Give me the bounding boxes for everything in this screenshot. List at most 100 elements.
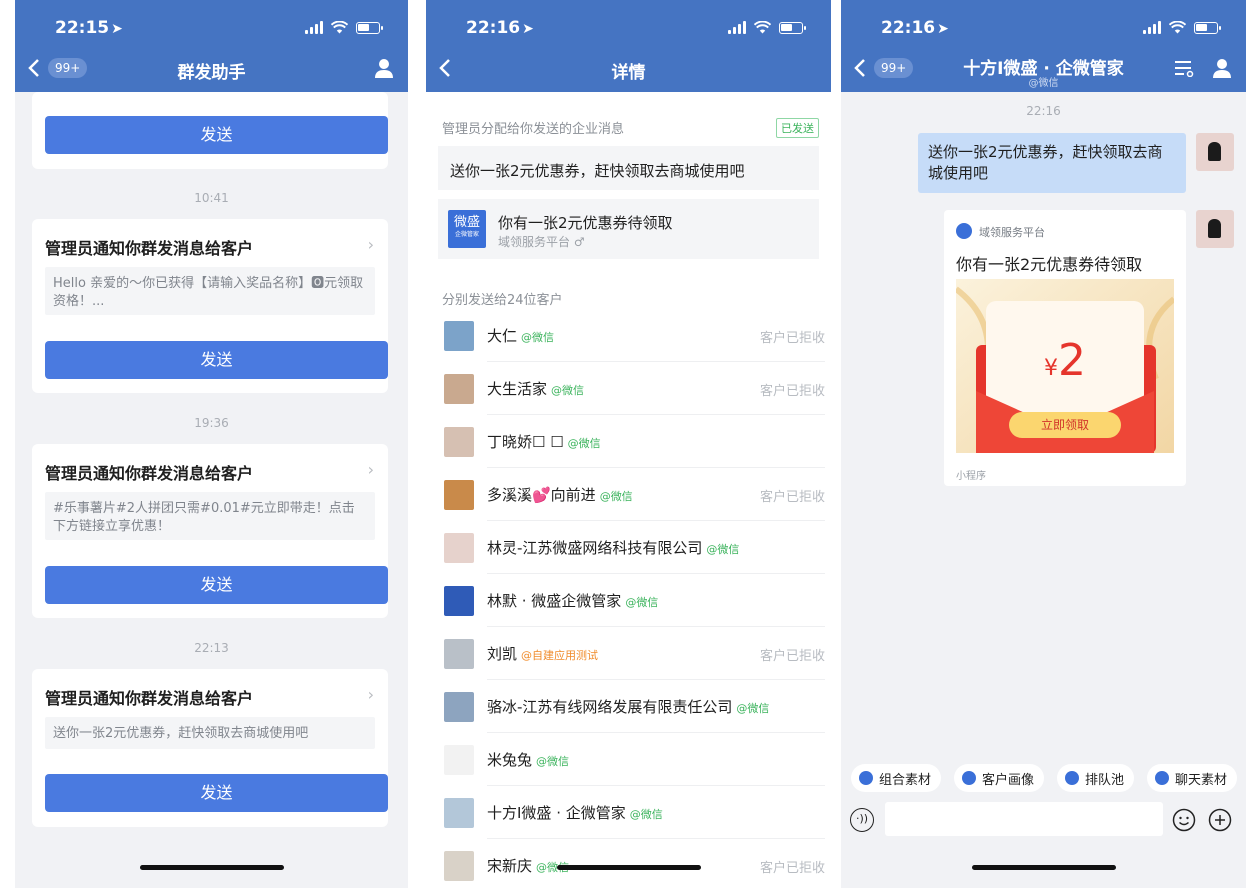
system-icons [305, 21, 383, 34]
customer-name-line: 米兔兔 @微信 [487, 749, 569, 770]
customer-name: 丁晓娇☐ ☐ [487, 433, 564, 451]
card-title: 管理员通知你群发消息给客户 [45, 239, 254, 258]
coupon-image: ¥2 立即领取 [956, 279, 1174, 453]
customer-row[interactable]: 丁晓娇☐ ☐ @微信 [426, 415, 831, 468]
customer-name: 林默 · 微盛企微管家 [487, 592, 622, 610]
coupon-amount: 2 [1058, 335, 1086, 386]
customer-row[interactable]: 宋新庆 @微信 客户已拒收 [426, 839, 831, 888]
mini-program-card[interactable]: 微盛 企微管家 你有一张2元优惠券待领取 域领服务平台 ♂ [438, 199, 819, 259]
status-bar: 22:15 ➤ [15, 18, 408, 42]
send-button[interactable]: 发送 [45, 566, 388, 604]
customer-status: 客户已拒收 [759, 649, 825, 664]
customer-source-tag: @微信 [599, 490, 633, 503]
link-icon: ♂ [573, 235, 585, 249]
chevron-right-icon: › [367, 235, 374, 254]
status-time-wrap: 22:15 ➤ [55, 18, 123, 38]
customer-name: 宋新庆 [487, 857, 533, 875]
send-button[interactable]: 发送 [45, 774, 388, 812]
message-card[interactable]: 管理员通知你群发消息给客户 › 送你一张2元优惠券，赶快领取去商城使用吧 发送 [32, 669, 388, 827]
quick-action-customer-profile[interactable]: 客户画像 [954, 764, 1045, 792]
customer-row[interactable]: 米兔兔 @微信 [426, 733, 831, 786]
mini-program-card[interactable]: 域领服务平台 你有一张2元优惠券待领取 ¥2 立即领取 小程序 [944, 210, 1186, 486]
menu-list-icon[interactable] [1174, 59, 1194, 77]
coupon-value: ¥2 [956, 335, 1174, 386]
customer-name: 林灵-江苏微盛网络科技有限公司 [487, 539, 703, 557]
quick-action-chat-material[interactable]: 聊天素材 [1147, 764, 1238, 792]
customer-name-line: 刘凯 @自建应用测试 [487, 643, 598, 664]
customer-name: 十方I微盛 · 企微管家 [487, 804, 626, 822]
emoji-icon[interactable] [1172, 808, 1196, 832]
wifi-icon [331, 21, 348, 34]
section-label: 管理员分配给你发送的企业消息 [442, 122, 625, 137]
location-arrow-icon: ➤ [111, 21, 123, 37]
customer-source-tag: @微信 [536, 755, 570, 768]
location-arrow-icon: ➤ [522, 21, 534, 37]
customer-row[interactable]: 十方I微盛 · 企微管家 @微信 [426, 786, 831, 839]
customer-source-tag: @自建应用测试 [521, 649, 599, 662]
message-card: 发送 [32, 92, 388, 169]
status-time-wrap: 22:16 ➤ [466, 18, 534, 38]
message-card[interactable]: 管理员通知你群发消息给客户 › Hello 亲爱的～你已获得【请输入奖品名称】🅾… [32, 219, 388, 393]
customer-row[interactable]: 大生活家 @微信 客户已拒收 [426, 362, 831, 415]
message-input[interactable] [885, 802, 1163, 836]
nav-bar: 22:15 ➤ 99+ 群发助手 [15, 0, 408, 92]
voice-icon[interactable]: ·)) [850, 808, 874, 832]
nav-row: 99+ 十方I微盛 · 企微管家 @微信 [841, 52, 1246, 89]
avatar[interactable] [1196, 210, 1234, 248]
customer-name-line: 大生活家 @微信 [487, 378, 584, 399]
wifi-icon [1169, 21, 1186, 34]
message-card[interactable]: 管理员通知你群发消息给客户 › #乐事薯片#2人拼团只需#0.01#元立即带走！… [32, 444, 388, 618]
customer-name-line: 大仁 @微信 [487, 325, 554, 346]
send-button[interactable]: 发送 [45, 341, 388, 379]
section-label: 分别发送给24位客户 [442, 293, 563, 308]
quick-action-combo-material[interactable]: 组合素材 [851, 764, 942, 792]
platform-logo-icon [956, 223, 972, 239]
customer-source-tag: @微信 [567, 437, 601, 450]
mini-program-source: 域领服务平台 [979, 226, 1045, 239]
customer-name: 大生活家 [487, 380, 548, 398]
chat-bubble[interactable]: 送你一张2元优惠券，赶快领取去商城使用吧 [918, 133, 1186, 193]
customer-row[interactable]: 骆冰-江苏有线网络发展有限责任公司 @微信 [426, 680, 831, 733]
claim-button[interactable]: 立即领取 [1009, 412, 1121, 438]
customer-row[interactable]: 刘凯 @自建应用测试 客户已拒收 [426, 627, 831, 680]
send-button[interactable]: 发送 [45, 116, 388, 154]
weisheng-icon [1155, 771, 1170, 785]
person-icon[interactable] [374, 58, 394, 78]
customer-row[interactable]: 林灵-江苏微盛网络科技有限公司 @微信 [426, 521, 831, 574]
avatar [444, 321, 474, 351]
nav-bar: 22:16 ➤ 99+ 十方I微盛 · 企微管家 @微信 [841, 0, 1246, 92]
nav-row: 详情 [426, 52, 831, 86]
mini-program-source-text: 域领服务平台 [498, 235, 571, 249]
customer-source-tag: @微信 [551, 384, 585, 397]
mini-program-title: 你有一张2元优惠券待领取 [956, 255, 1143, 274]
customer-row[interactable]: 林默 · 微盛企微管家 @微信 [426, 574, 831, 627]
input-row: ·)) [841, 800, 1246, 840]
customer-status: 客户已拒收 [759, 490, 825, 505]
screen-chat: 22:16 ➤ 99+ 十方I微盛 · 企微管家 @微信 22:16 送你一张2元… [841, 0, 1246, 888]
customer-source-tag: @微信 [521, 331, 555, 344]
avatar[interactable] [1196, 133, 1234, 171]
customer-row[interactable]: 大仁 @微信 客户已拒收 [426, 309, 831, 362]
customer-source-tag: @微信 [625, 596, 659, 609]
signal-icon [1143, 21, 1161, 34]
customer-name: 多溪溪💕向前进 [487, 486, 596, 504]
avatar [444, 692, 474, 722]
customer-name: 刘凯 [487, 645, 518, 663]
screen-detail: 22:16 ➤ 详情 管理员分配给你发送的企业消息 已发送 送你一张2元优惠券，赶… [426, 0, 831, 888]
customer-name: 骆冰-江苏有线网络发展有限责任公司 [487, 698, 733, 716]
system-icons [728, 21, 806, 34]
battery-icon [1194, 22, 1221, 34]
customer-name-line: 林默 · 微盛企微管家 @微信 [487, 590, 658, 611]
message-preview: #乐事薯片#2人拼团只需#0.01#元立即带走！点击下方链接立享优惠！ [45, 492, 375, 540]
plus-icon[interactable] [1208, 808, 1232, 832]
customer-name-line: 十方I微盛 · 企微管家 @微信 [487, 802, 663, 823]
weisheng-logo-icon: 微盛 企微管家 [448, 210, 486, 248]
status-time: 22:16 [881, 18, 936, 38]
status-bar: 22:16 ➤ [841, 18, 1246, 42]
screen-broadcast-assistant: 22:15 ➤ 99+ 群发助手 发送 10:41 管理员通知你群发消息给客户 ›… [15, 0, 408, 888]
quick-action-queue[interactable]: 排队池 [1057, 764, 1135, 792]
customer-status: 客户已拒收 [759, 861, 825, 876]
person-icon[interactable] [1212, 58, 1232, 78]
home-indicator [971, 865, 1116, 870]
customer-row[interactable]: 多溪溪💕向前进 @微信 客户已拒收 [426, 468, 831, 521]
